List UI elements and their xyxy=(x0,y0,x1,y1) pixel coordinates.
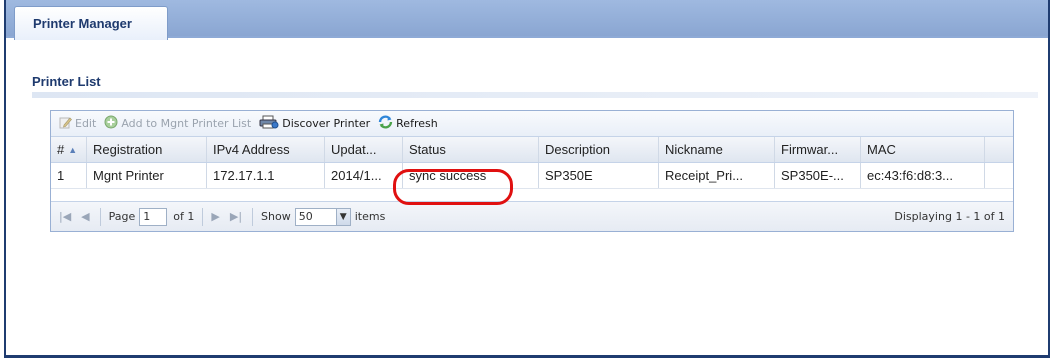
cell-ipv4: 172.17.1.1 xyxy=(207,163,325,188)
page-number-input[interactable]: 1 xyxy=(139,207,168,226)
cell-mac: ec:43:f6:d8:3... xyxy=(861,163,985,188)
page-size-value: 50 xyxy=(298,210,313,223)
table-empty-space xyxy=(51,189,1013,201)
next-page-icon[interactable]: ▶ xyxy=(211,210,219,223)
cell-filler xyxy=(985,163,1013,188)
items-label: items xyxy=(354,210,386,223)
tab-printer-manager[interactable]: Printer Manager xyxy=(14,6,168,40)
chevron-down-icon: ▼ xyxy=(335,208,350,225)
pagination-bar: |◀ ◀ Page 1 of 1 ▶ ▶| Show 50 ▼ items Di… xyxy=(51,201,1013,231)
column-header-number[interactable]: # ▲ xyxy=(51,137,87,162)
cell-status: sync success xyxy=(403,163,539,188)
pager-divider xyxy=(202,207,204,226)
refresh-icon xyxy=(378,115,393,132)
column-header-nickname[interactable]: Nickname xyxy=(659,137,775,162)
tab-bar: Printer Manager xyxy=(6,0,1048,40)
grid-toolbar: Edit Add to Mgnt Printer List Discover P… xyxy=(51,111,1013,137)
discover-printer-label: Discover Printer xyxy=(282,117,371,130)
section-divider xyxy=(32,92,1038,98)
page-label: Page xyxy=(108,210,136,223)
add-to-mgnt-label: Add to Mgnt Printer List xyxy=(121,117,252,130)
page-of-label: of 1 xyxy=(173,210,195,223)
column-header-firmware[interactable]: Firmwar... xyxy=(775,137,861,162)
refresh-label: Refresh xyxy=(396,117,438,130)
first-page-icon[interactable]: |◀ xyxy=(59,210,71,223)
column-header-registration[interactable]: Registration xyxy=(87,137,207,162)
refresh-button[interactable]: Refresh xyxy=(378,115,438,132)
printer-grid: Edit Add to Mgnt Printer List Discover P… xyxy=(50,110,1014,232)
cell-number: 1 xyxy=(51,163,87,188)
column-header-status[interactable]: Status xyxy=(403,137,539,162)
table-row[interactable]: 1 Mgnt Printer 172.17.1.1 2014/1... sync… xyxy=(51,163,1013,189)
printer-icon xyxy=(259,115,279,132)
pager-display-info: Displaying 1 - 1 of 1 xyxy=(894,210,1005,223)
pager-divider xyxy=(252,207,254,226)
sort-ascending-icon: ▲ xyxy=(68,144,78,155)
cell-registration: Mgnt Printer xyxy=(87,163,207,188)
edit-button[interactable]: Edit xyxy=(59,116,96,132)
cell-firmware: SP350E-... xyxy=(775,163,861,188)
app-frame: Printer Manager Printer List Edit Add to… xyxy=(4,0,1050,358)
cell-nickname: Receipt_Pri... xyxy=(659,163,775,188)
last-page-icon[interactable]: ▶| xyxy=(230,210,242,223)
cell-updated: 2014/1... xyxy=(325,163,403,188)
discover-printer-button[interactable]: Discover Printer xyxy=(259,115,370,132)
edit-label: Edit xyxy=(75,117,97,130)
cell-description: SP350E xyxy=(539,163,659,188)
prev-page-icon[interactable]: ◀ xyxy=(81,210,89,223)
page-size-select[interactable]: 50 ▼ xyxy=(294,207,351,226)
column-header-mac[interactable]: MAC xyxy=(861,137,985,162)
edit-icon xyxy=(59,116,72,132)
section-title: Printer List xyxy=(32,74,101,89)
column-header-updated[interactable]: Updat... xyxy=(325,137,403,162)
add-to-mgnt-button[interactable]: Add to Mgnt Printer List xyxy=(104,115,251,132)
column-header-description[interactable]: Description xyxy=(539,137,659,162)
show-label: Show xyxy=(261,210,291,223)
column-header-filler xyxy=(985,137,1013,162)
pager-divider xyxy=(99,207,101,226)
add-icon xyxy=(104,115,118,132)
table-header: # ▲ Registration IPv4 Address Updat... St… xyxy=(51,137,1013,163)
column-header-ipv4[interactable]: IPv4 Address xyxy=(207,137,325,162)
